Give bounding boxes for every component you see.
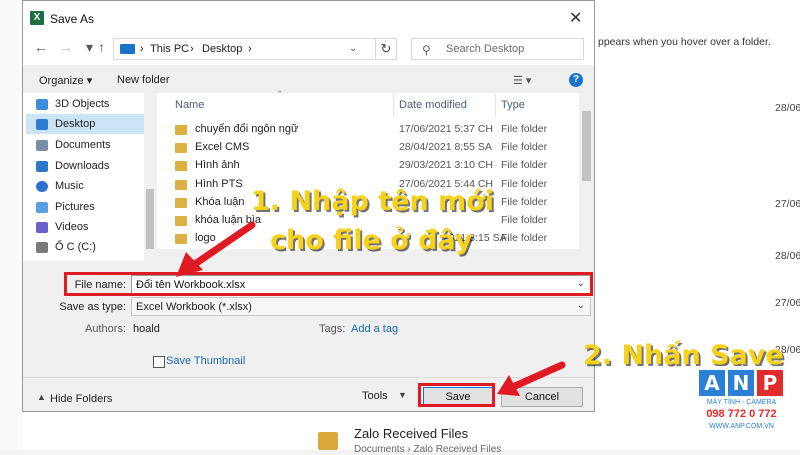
arrow-to-file-name <box>191 221 256 268</box>
logo-tagline: MÁY TÍNH - CAMERA <box>706 399 777 406</box>
logo-letter: A <box>699 370 725 396</box>
anp-logo: A N P MÁY TÍNH - CAMERA 098 772 0 772 WW… <box>695 366 788 436</box>
logo-website: WWW.ANP.COM.VN <box>709 423 774 430</box>
logo-letter: N <box>728 370 754 396</box>
step-1-caption-line-1: 1. Nhập tên mới <box>251 186 494 217</box>
step-1-caption-line-2: cho file ở đây <box>270 225 473 256</box>
logo-letter: P <box>757 370 783 396</box>
logo-phone: 098 772 0 772 <box>706 408 777 420</box>
arrow-to-save-button <box>511 361 566 390</box>
